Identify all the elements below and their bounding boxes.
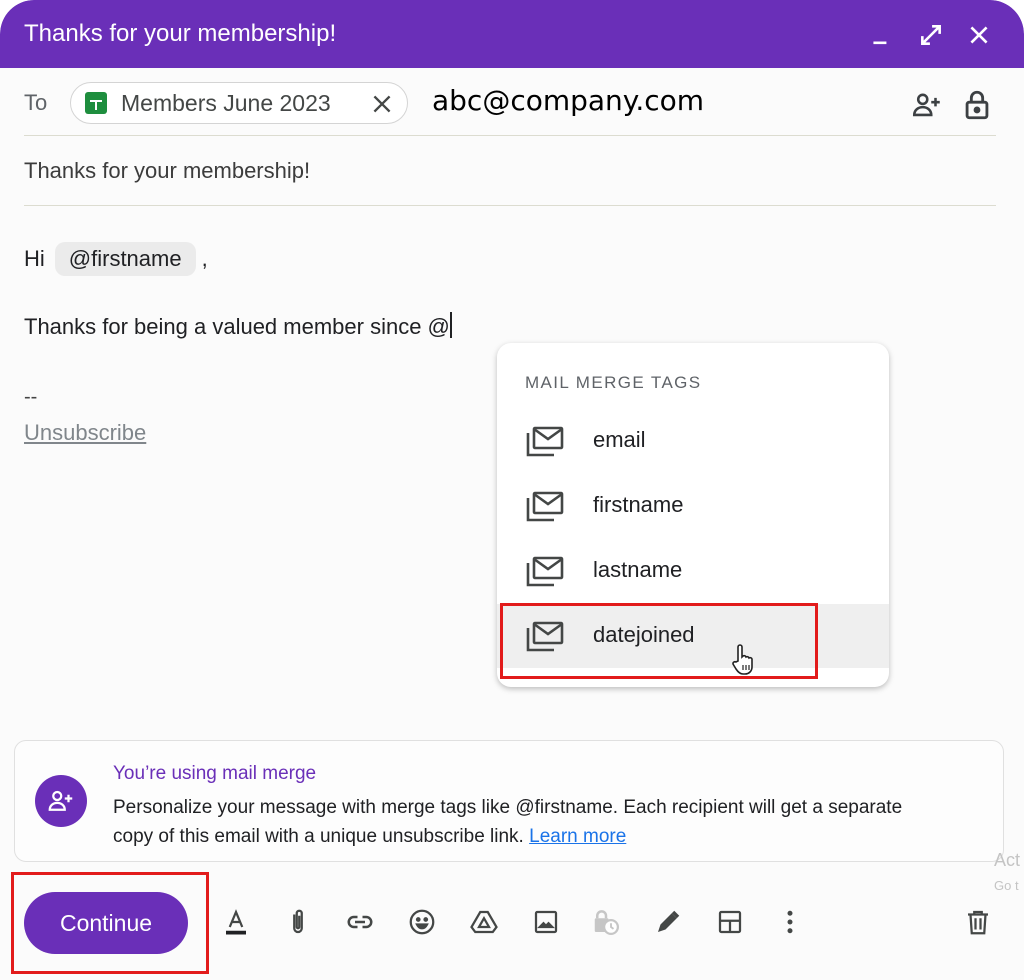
merge-tag-label: lastname <box>593 557 683 582</box>
text-caret <box>449 312 452 338</box>
delete-icon <box>968 910 988 935</box>
compose-window: Thanks for your membership! To Members J… <box>0 0 1024 980</box>
format-text-icon <box>226 909 246 935</box>
link-button[interactable] <box>342 904 378 940</box>
google-sheets-icon <box>85 92 107 114</box>
expand-button[interactable] <box>914 18 948 52</box>
greeting-suffix: , <box>201 246 208 271</box>
lock-icon[interactable] <box>960 88 994 122</box>
merge-tag-icon <box>526 426 564 457</box>
signature-icon <box>658 910 680 932</box>
merge-tag-item-firstname[interactable]: firstname <box>497 474 889 538</box>
image-icon <box>534 910 558 934</box>
confidential-mode-icon <box>594 910 619 935</box>
merge-tag-icon <box>526 556 564 587</box>
recipient-chip-label: Members June 2023 <box>121 89 331 116</box>
recipients-row: To Members June 2023 abc@company.com <box>24 80 996 136</box>
layout-button[interactable] <box>712 904 748 940</box>
more-options-button[interactable] <box>772 904 808 940</box>
signature-button[interactable] <box>650 904 686 940</box>
dropdown-header: MAIL MERGE TAGS <box>525 373 702 392</box>
body-line-text: Thanks for being a valued member since @ <box>24 314 450 339</box>
merge-tag-item-lastname[interactable]: lastname <box>497 539 889 603</box>
window-title: Thanks for your membership! <box>24 20 337 47</box>
recipient-input[interactable]: abc@company.com <box>432 84 704 117</box>
minimize-icon <box>873 41 887 45</box>
compose-toolbar: Continue <box>0 870 1024 980</box>
confidential-mode-button[interactable] <box>588 904 624 940</box>
merge-tag-label: firstname <box>593 492 684 517</box>
more-options-icon <box>787 910 793 934</box>
link-icon <box>347 915 373 929</box>
subject-row[interactable]: Thanks for your membership! <box>24 136 996 206</box>
mail-merge-banner-icon <box>35 775 87 827</box>
format-text-button[interactable] <box>218 904 254 940</box>
os-activation-watermark: Act <box>994 850 1021 870</box>
people-add-icon <box>48 790 73 811</box>
emoji-icon <box>409 909 435 935</box>
merge-tag-chip[interactable]: @firstname <box>54 242 196 276</box>
merge-tag-label: email <box>593 427 646 452</box>
minimize-button[interactable] <box>864 18 898 52</box>
insert-photo-button[interactable] <box>528 904 564 940</box>
greeting-line: Hi @firstname , <box>24 242 208 276</box>
discard-draft-button[interactable] <box>960 904 996 940</box>
attach-button[interactable] <box>280 904 316 940</box>
to-label: To <box>24 90 48 115</box>
greeting-prefix: Hi <box>24 246 45 271</box>
merge-tag-icon <box>526 491 564 522</box>
signature-separator: -- <box>24 386 38 408</box>
banner-text: Personalize your message with merge tags… <box>113 793 933 851</box>
compose-title-bar: Thanks for your membership! <box>0 0 1024 68</box>
banner-title: You’re using mail merge <box>113 763 317 784</box>
learn-more-link[interactable]: Learn more <box>529 826 626 847</box>
drive-icon <box>470 910 498 934</box>
expand-icon <box>921 25 941 45</box>
os-activation-watermark-sub: Go t <box>994 878 1019 893</box>
hand-cursor-icon <box>732 644 753 675</box>
merge-tag-item-email[interactable]: email <box>497 409 889 473</box>
remove-chip-icon[interactable] <box>369 91 395 117</box>
close-icon <box>970 26 988 44</box>
datejoined-highlight <box>500 603 818 679</box>
body-line: Thanks for being a valued member since @ <box>24 312 452 340</box>
mail-merge-banner: You’re using mail merge Personalize your… <box>14 740 1004 862</box>
close-button[interactable] <box>962 18 996 52</box>
add-recipients-icon[interactable] <box>910 88 944 122</box>
subject-field[interactable]: Thanks for your membership! <box>24 158 310 184</box>
recipient-chip[interactable]: Members June 2023 <box>70 82 408 124</box>
unsubscribe-link[interactable]: Unsubscribe <box>24 420 146 446</box>
banner-description: Personalize your message with merge tags… <box>113 797 903 847</box>
attach-icon <box>293 909 303 934</box>
emoji-button[interactable] <box>404 904 440 940</box>
continue-highlight <box>11 872 209 974</box>
layout-icon <box>718 910 742 934</box>
drive-button[interactable] <box>466 904 502 940</box>
